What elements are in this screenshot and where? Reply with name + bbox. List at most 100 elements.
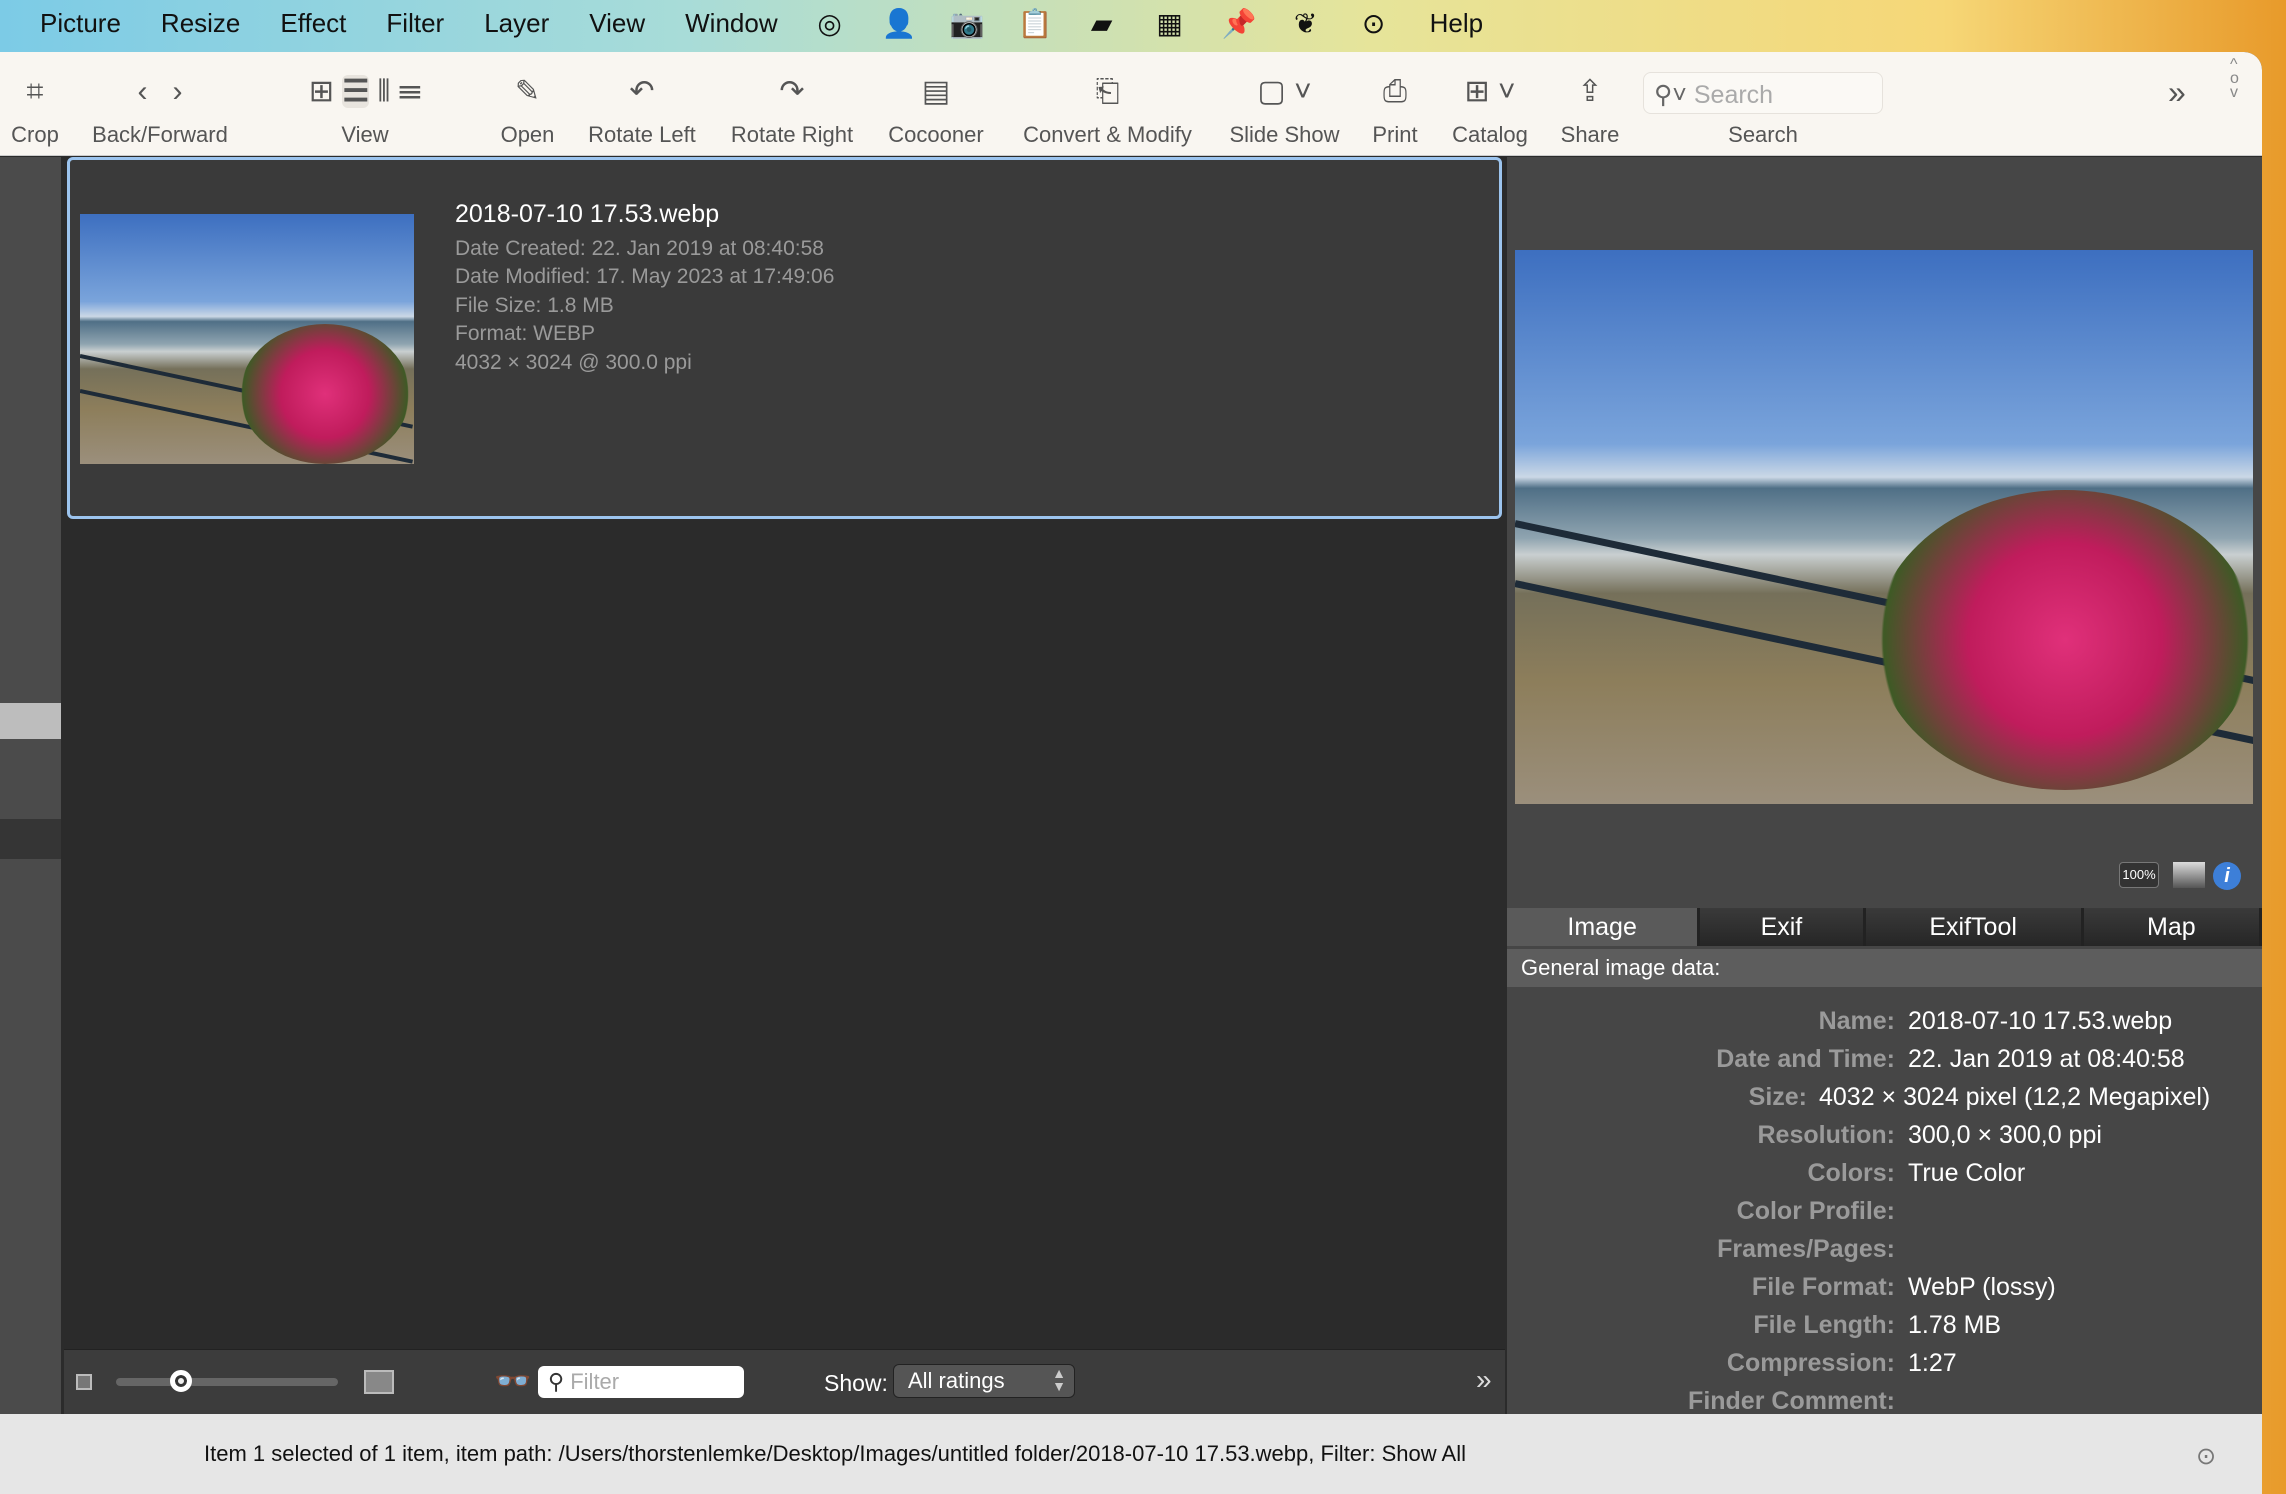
menu-layer[interactable]: Layer: [484, 8, 549, 39]
open-icon: ✎: [514, 75, 541, 108]
menu-resize[interactable]: Resize: [161, 8, 240, 39]
back-forward-button[interactable]: ‹ › Back/Forward: [85, 52, 235, 156]
info-value: True Color: [1908, 1159, 2026, 1187]
camera-icon[interactable]: 📷: [950, 7, 985, 40]
tab-image[interactable]: Image: [1507, 908, 1698, 946]
convert-icon: ⎗: [1095, 75, 1120, 108]
info-key: Size:: [1748, 1083, 1807, 1111]
status-bar: Item 1 selected of 1 item, item path: /U…: [0, 1414, 2262, 1494]
date-created: Date Created: 22. Jan 2019 at 08:40:58: [455, 236, 824, 260]
info-row: Compression: 1:27: [1507, 1344, 2262, 1382]
toolbar-overflow-icon[interactable]: »: [2168, 74, 2186, 111]
overflow-icon[interactable]: »: [1476, 1364, 1492, 1396]
info-row: Size: 4032 × 3024 pixel (12,2 Megapixel): [1507, 1078, 2262, 1116]
info-row: File Format: WebP (lossy): [1507, 1268, 2262, 1306]
info-row: Colors: True Color: [1507, 1154, 2262, 1192]
rotate-right-button[interactable]: ↷ Rotate Right: [722, 52, 862, 156]
thumb-size-slider[interactable]: [116, 1378, 338, 1386]
file-dimensions: 4032 × 3024 @ 300.0 ppi: [455, 350, 692, 374]
info-key: Frames/Pages:: [1717, 1235, 1895, 1263]
menu-bar: Picture Resize Effect Filter Layer View …: [0, 0, 2286, 47]
file-metadata: 2018-07-10 17.53.webp Date Created: 22. …: [455, 200, 834, 377]
catalog-icon: ⊞ ˅: [1464, 75, 1516, 108]
convert-modify-button[interactable]: ⎗ Convert & Modify: [1010, 52, 1205, 156]
clipboard-icon[interactable]: 📋: [1018, 7, 1053, 40]
open-button[interactable]: ✎ Open: [490, 52, 565, 156]
info-value: 1:27: [1908, 1349, 1957, 1377]
info-row: File Length: 1.78 MB: [1507, 1306, 2262, 1344]
slideshow-button[interactable]: ▢ ˅ Slide Show: [1222, 52, 1347, 156]
info-key: Resolution:: [1757, 1121, 1896, 1149]
file-name: 2018-07-10 17.53.webp: [455, 200, 720, 228]
info-value: 1.78 MB: [1908, 1311, 2002, 1339]
show-label: Show:: [824, 1370, 888, 1396]
info-value: 300,0 × 300,0 ppi: [1908, 1121, 2102, 1149]
rotate-left-icon: ↶: [629, 75, 655, 108]
toolbar: ⌗ Crop ‹ › Back/Forward ⊞ ☰ ⫴ ☰ View ✎ Open …: [0, 52, 2262, 156]
date-modified: Date Modified: 17. May 2023 at 17:49:06: [455, 265, 835, 288]
share-button[interactable]: ⇪ Share: [1555, 52, 1625, 156]
info-value: 2018-07-10 17.53.webp: [1908, 1007, 2173, 1035]
menu-window[interactable]: Window: [685, 8, 777, 39]
small-thumb-icon: [76, 1374, 92, 1390]
person-icon[interactable]: 👤: [882, 7, 917, 40]
filter-input[interactable]: ⚲ Filter: [538, 1366, 744, 1398]
sidebar-item[interactable]: [0, 819, 61, 859]
bottom-bar: 👓 ⚲ Filter Show: All ratings ▲ ▼ »: [64, 1349, 1505, 1414]
sidebar-selected-item[interactable]: [0, 703, 61, 739]
menu-picture[interactable]: Picture: [40, 8, 121, 39]
info-row: Frames/Pages:: [1507, 1230, 2262, 1268]
info-key: File Format:: [1751, 1273, 1895, 1301]
info-row: Date and Time: 22. Jan 2019 at 08:40:58: [1507, 1040, 2262, 1078]
menu-view[interactable]: View: [589, 8, 645, 39]
slider-handle[interactable]: [170, 1370, 192, 1392]
tab-map[interactable]: Map: [2083, 908, 2259, 946]
calendar-icon[interactable]: ▦: [1154, 7, 1186, 40]
view-switcher[interactable]: ⊞ ☰ ⫴ ☰ View: [260, 52, 470, 156]
tab-exiftool[interactable]: ExifTool: [1865, 908, 2081, 946]
info-row: Color Profile:: [1507, 1192, 2262, 1230]
chevron-left-right-icon: ‹ ›: [137, 75, 183, 108]
box-icon[interactable]: ▰: [1086, 7, 1118, 40]
inspector-panel: 100% i Image Exif ExifTool Map General i…: [1507, 157, 2262, 1453]
pin-icon[interactable]: 📌: [1222, 7, 1257, 40]
file-size: File Size: 1.8 MB: [455, 293, 614, 317]
crop-icon: ⌗: [26, 75, 44, 108]
status-more-icon[interactable]: ⊙: [2196, 1442, 2216, 1471]
info-key: Compression:: [1726, 1349, 1895, 1377]
menu-effect[interactable]: Effect: [280, 8, 346, 39]
info-icon[interactable]: i: [2213, 862, 2241, 890]
info-key: File Length:: [1753, 1311, 1895, 1339]
section-header: General image data:: [1507, 949, 2262, 987]
cocooner-button[interactable]: ▤ Cocooner: [880, 52, 992, 156]
rotate-right-icon: ↷: [779, 75, 805, 108]
zoom-100-button[interactable]: 100%: [2119, 862, 2159, 888]
feather-icon[interactable]: ❦: [1290, 7, 1322, 40]
sidebar: [0, 157, 61, 1414]
thumbnail: [80, 214, 414, 464]
glasses-icon[interactable]: 👓: [494, 1364, 531, 1399]
target-icon[interactable]: ◎: [814, 7, 846, 40]
tab-exif[interactable]: Exif: [1700, 908, 1863, 946]
toolbar-toggle-icon[interactable]: ^ o v: [2230, 57, 2239, 101]
catalog-button[interactable]: ⊞ ˅ Catalog: [1445, 52, 1535, 156]
info-key: Color Profile:: [1736, 1197, 1895, 1225]
info-value: 22. Jan 2019 at 08:40:58: [1908, 1045, 2185, 1073]
search-icon: ⚲: [548, 1369, 571, 1394]
file-row-selected[interactable]: 2018-07-10 17.53.webp Date Created: 22. …: [67, 157, 1502, 519]
histogram-icon[interactable]: [2173, 862, 2205, 888]
info-key: Name:: [1818, 1007, 1895, 1035]
info-key: Date and Time:: [1716, 1045, 1895, 1073]
slideshow-icon: ▢ ˅: [1257, 75, 1312, 108]
more-icon[interactable]: ⊙: [1358, 7, 1390, 40]
image-preview: [1515, 250, 2253, 804]
ratings-select[interactable]: All ratings ▲ ▼: [893, 1364, 1075, 1398]
file-list: 2018-07-10 17.53.webp Date Created: 22. …: [64, 157, 1505, 1349]
print-button[interactable]: ⎙ Print: [1362, 52, 1428, 156]
info-value: WebP (lossy): [1908, 1273, 2056, 1301]
file-format: Format: WEBP: [455, 322, 596, 345]
crop-button[interactable]: ⌗ Crop: [0, 52, 70, 156]
menu-filter[interactable]: Filter: [386, 8, 444, 39]
menu-help[interactable]: Help: [1430, 8, 1483, 39]
rotate-left-button[interactable]: ↶ Rotate Left: [578, 52, 706, 156]
